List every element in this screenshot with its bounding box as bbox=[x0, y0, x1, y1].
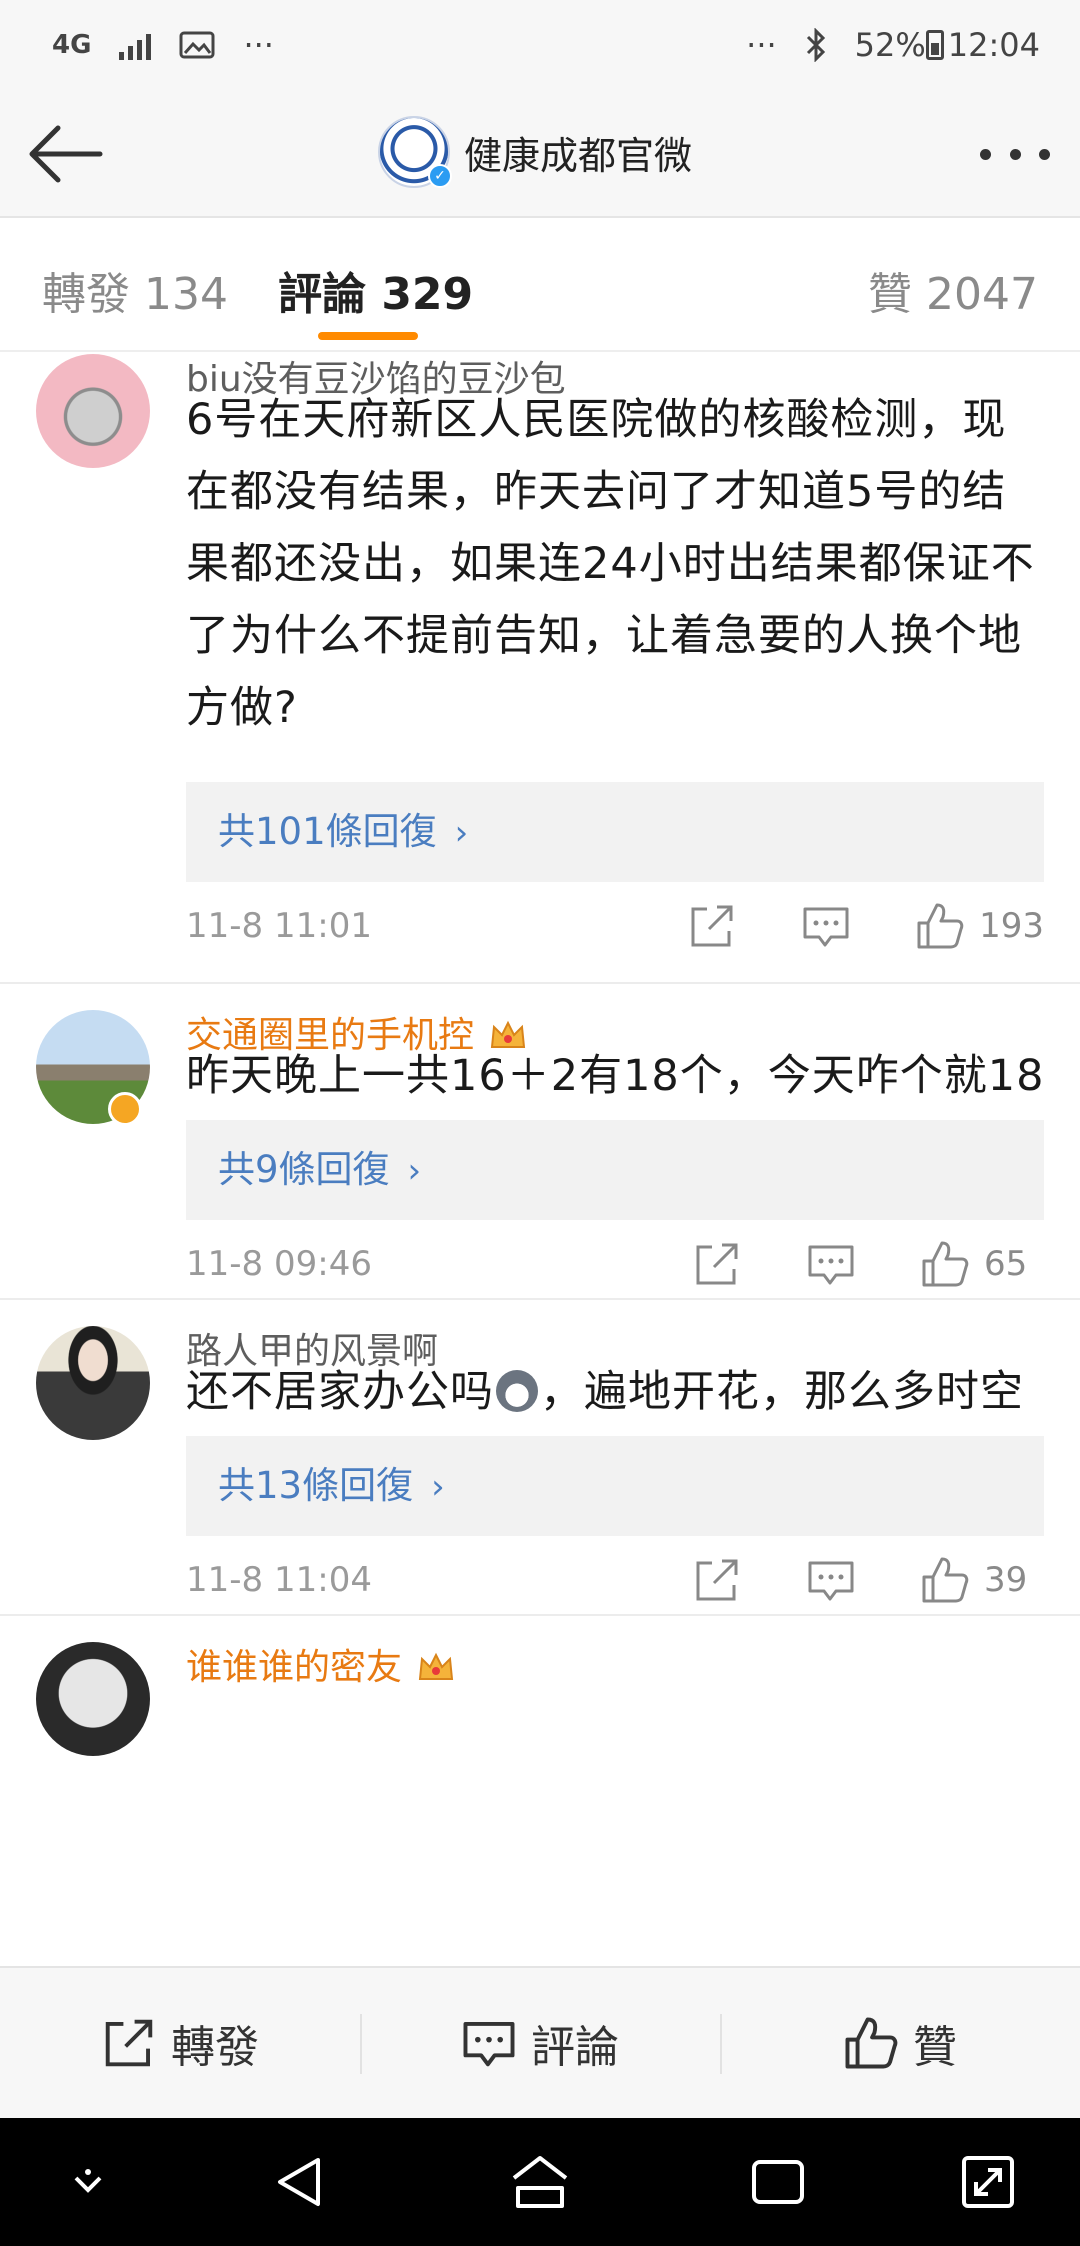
back-arrow-icon[interactable] bbox=[24, 118, 108, 190]
comment-icon[interactable] bbox=[806, 1555, 856, 1605]
chevron-right-icon: › bbox=[454, 813, 469, 853]
crown-icon bbox=[418, 1652, 454, 1680]
system-nav-bar bbox=[0, 2118, 1080, 2246]
comment-item: biu没有豆沙馅的豆沙包 6号在天府新区人民医院做的核酸检测，现在都没有结果，昨… bbox=[0, 354, 1080, 984]
account-logo: ✓ bbox=[378, 116, 452, 188]
username-text: 谁谁谁的密友 bbox=[186, 1647, 403, 1688]
comment-meta: 11-8 09:46 65 bbox=[186, 1234, 1044, 1294]
comment-item: 谁谁谁的密友 bbox=[0, 1616, 1080, 1966]
like-label: 贊 bbox=[913, 2022, 957, 2073]
comment-time: 11-8 11:01 bbox=[186, 906, 372, 946]
bluetooth-icon bbox=[806, 28, 825, 62]
replies-count: 共13條回復 bbox=[218, 1464, 414, 1507]
comment-time: 11-8 09:46 bbox=[186, 1244, 372, 1284]
comment-list[interactable]: biu没有豆沙馅的豆沙包 6号在天府新区人民医院做的核酸检测，现在都没有结果，昨… bbox=[0, 354, 1080, 1966]
comment-time: 11-8 11:04 bbox=[186, 1560, 372, 1600]
status-overflow: ··· bbox=[243, 26, 274, 64]
like-icon[interactable] bbox=[915, 901, 965, 951]
like-count: 65 bbox=[984, 1244, 1028, 1284]
comment-text: 6号在天府新区人民医院做的核酸检测，现在都没有结果，昨天去问了才知道5号的结果都… bbox=[186, 395, 1035, 733]
hide-keyboard-icon[interactable] bbox=[58, 2152, 118, 2212]
replies-link[interactable]: 共101條回復 › bbox=[186, 782, 1044, 882]
like-icon bbox=[845, 2017, 898, 2069]
share-icon bbox=[105, 2019, 153, 2067]
comment-meta: 11-8 11:04 39 bbox=[186, 1550, 1044, 1610]
image-icon bbox=[179, 31, 215, 59]
comment-icon[interactable] bbox=[806, 1239, 856, 1289]
back-nav-icon[interactable] bbox=[272, 2152, 332, 2212]
avatar[interactable] bbox=[36, 354, 150, 468]
status-bar: 4G ··· ··· 52% 12:04 bbox=[0, 0, 1080, 90]
tab-likes[interactable]: 贊 2047 bbox=[868, 258, 1038, 322]
tab-forwards[interactable]: 轉發 134 bbox=[42, 258, 228, 322]
like-icon[interactable] bbox=[920, 1239, 970, 1289]
battery-icon bbox=[925, 30, 944, 60]
status-right: ··· 52% 12:04 bbox=[746, 26, 1040, 64]
comment-item: 交通圈里的手机控 昨天晚上一共16＋2有18个，今天咋个就18＋2了 共9條回復… bbox=[0, 984, 1080, 1300]
replies-count: 共101條回復 bbox=[218, 810, 437, 853]
forward-label: 轉發 bbox=[171, 2022, 259, 2073]
comment-label: 評論 bbox=[531, 2022, 619, 2073]
network-type: 4G bbox=[52, 30, 92, 60]
avatar[interactable] bbox=[36, 1326, 150, 1440]
forward-button[interactable]: 轉發 bbox=[0, 1968, 360, 2118]
home-nav-icon[interactable] bbox=[510, 2152, 570, 2212]
like-count: 193 bbox=[979, 906, 1044, 946]
comment-username[interactable]: 谁谁谁的密友 bbox=[186, 1638, 456, 1690]
replies-link[interactable]: 共9條回復 › bbox=[186, 1120, 1044, 1220]
verified-badge-icon: ✓ bbox=[428, 164, 452, 188]
comment-button[interactable]: 評論 bbox=[360, 1968, 720, 2118]
like-count: 39 bbox=[984, 1560, 1028, 1600]
replies-link[interactable]: 共13條回復 › bbox=[186, 1436, 1044, 1536]
comment-meta: 11-8 11:01 193 bbox=[186, 896, 1044, 956]
comment-icon bbox=[463, 2022, 515, 2067]
share-icon[interactable] bbox=[692, 1239, 742, 1289]
comment-text-start: 还不居家办公吗 bbox=[186, 1367, 494, 1417]
account-header[interactable]: ✓ 健康成都官微 bbox=[378, 116, 692, 188]
comment-icon[interactable] bbox=[801, 901, 851, 951]
husky-emoji-icon bbox=[496, 1370, 538, 1412]
bottom-action-bar: 轉發 評論 贊 bbox=[0, 1966, 1080, 2118]
app-header: ✓ 健康成都官微 bbox=[0, 90, 1080, 218]
verified-badge-icon bbox=[108, 1092, 142, 1126]
replies-count: 共9條回復 bbox=[218, 1148, 390, 1191]
active-tab-indicator bbox=[318, 332, 418, 340]
page-title: 健康成都官微 bbox=[464, 133, 693, 178]
more-icon[interactable] bbox=[980, 134, 1050, 174]
status-left: 4G ··· bbox=[52, 26, 274, 64]
like-icon[interactable] bbox=[920, 1555, 970, 1605]
recents-nav-icon[interactable] bbox=[748, 2152, 808, 2212]
clock: 12:04 bbox=[947, 26, 1040, 64]
rotate-screen-icon[interactable] bbox=[958, 2152, 1018, 2212]
avatar[interactable] bbox=[36, 1642, 150, 1756]
tab-comments[interactable]: 評論 329 bbox=[278, 258, 473, 322]
chevron-right-icon: › bbox=[431, 1467, 445, 1507]
share-icon[interactable] bbox=[687, 901, 737, 951]
share-icon[interactable] bbox=[692, 1555, 742, 1605]
comment-item: 路人甲的风景啊 还不居家办公吗，遍地开花，那么多时空伴随着 共13條回復› 11… bbox=[0, 1300, 1080, 1616]
status-overflow-right: ··· bbox=[746, 26, 777, 64]
signal-icon bbox=[119, 30, 152, 60]
like-button[interactable]: 贊 bbox=[720, 1968, 1080, 2118]
chevron-right-icon: › bbox=[407, 1151, 422, 1191]
tab-bar: 轉發 134 評論 329 贊 2047 bbox=[0, 220, 1080, 352]
battery-percent: 52% bbox=[854, 26, 926, 64]
